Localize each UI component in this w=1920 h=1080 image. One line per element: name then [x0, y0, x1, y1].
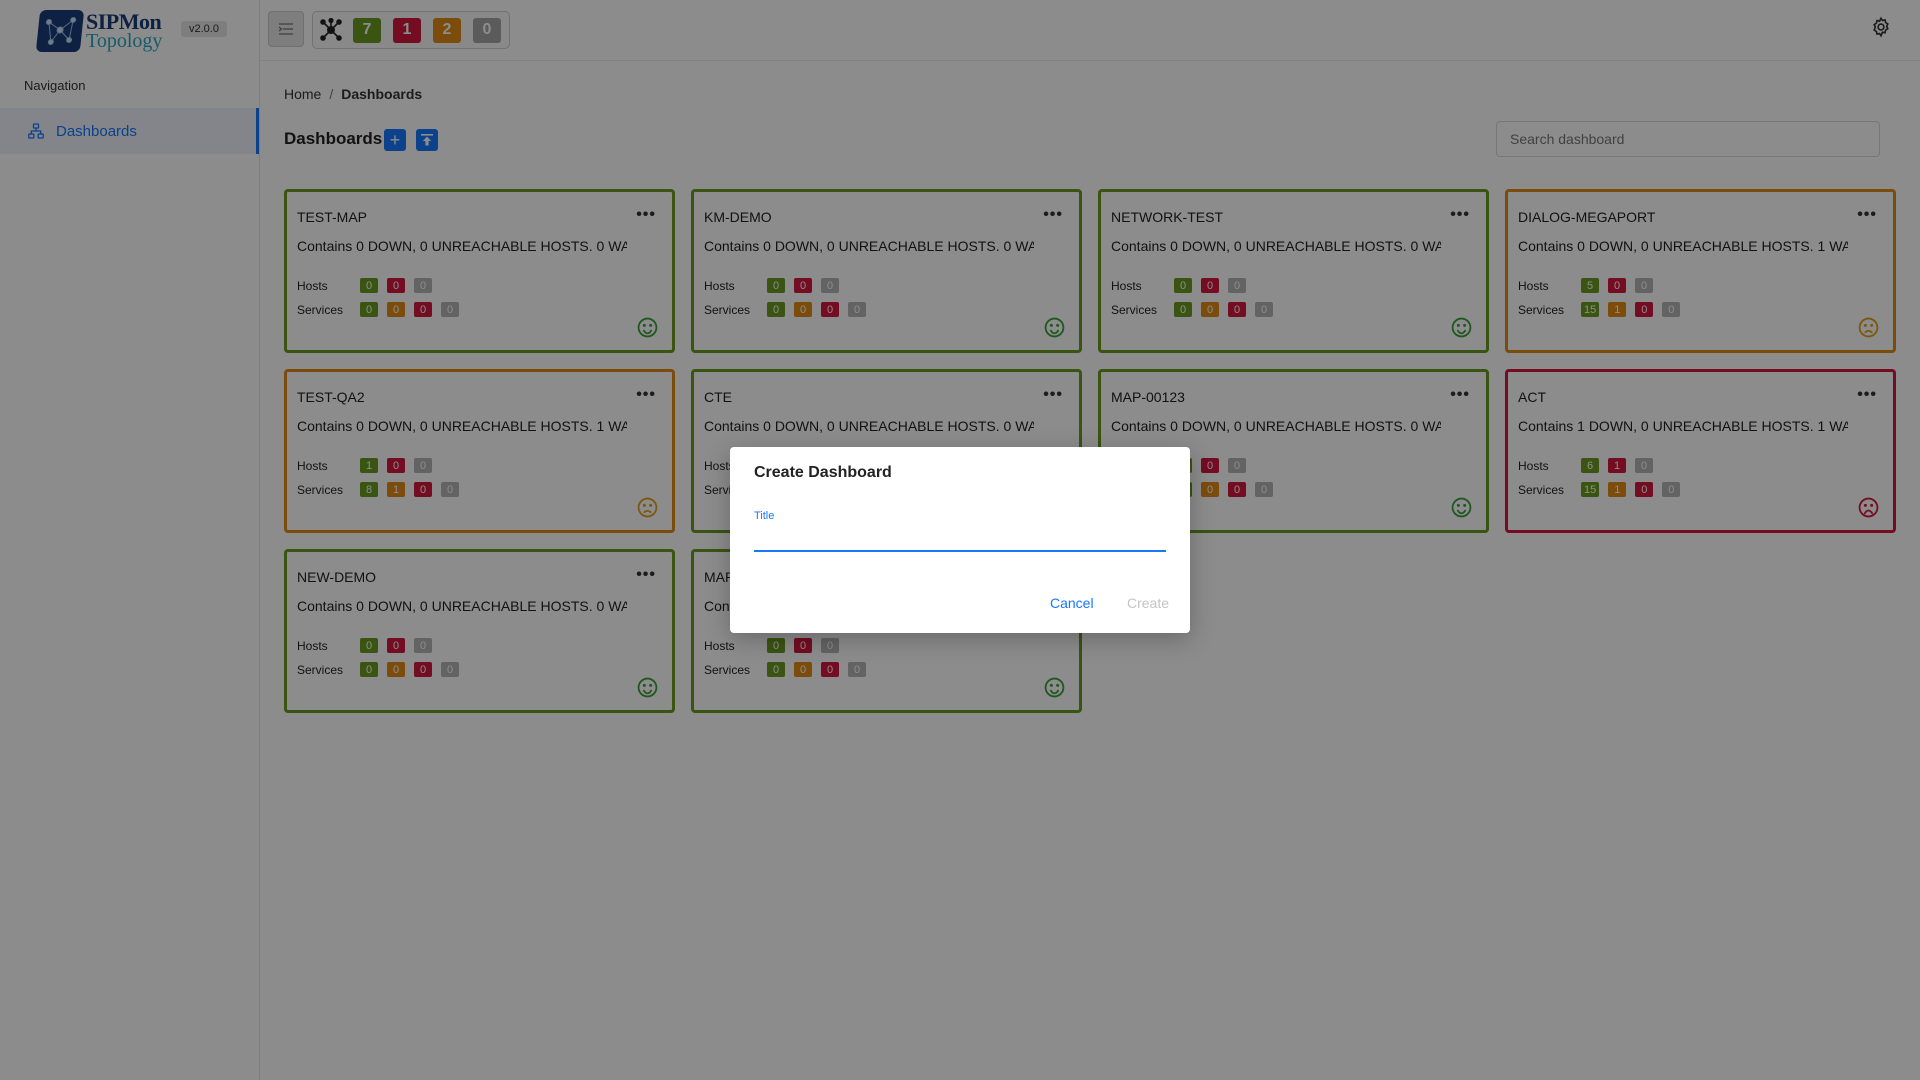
title-field-label: Title [754, 510, 775, 522]
title-input[interactable] [754, 526, 1166, 552]
create-dashboard-dialog: Create Dashboard Title Cancel Create [730, 447, 1190, 633]
create-button[interactable]: Create [1127, 595, 1169, 611]
dialog-title: Create Dashboard [754, 464, 892, 481]
cancel-button[interactable]: Cancel [1050, 595, 1094, 611]
